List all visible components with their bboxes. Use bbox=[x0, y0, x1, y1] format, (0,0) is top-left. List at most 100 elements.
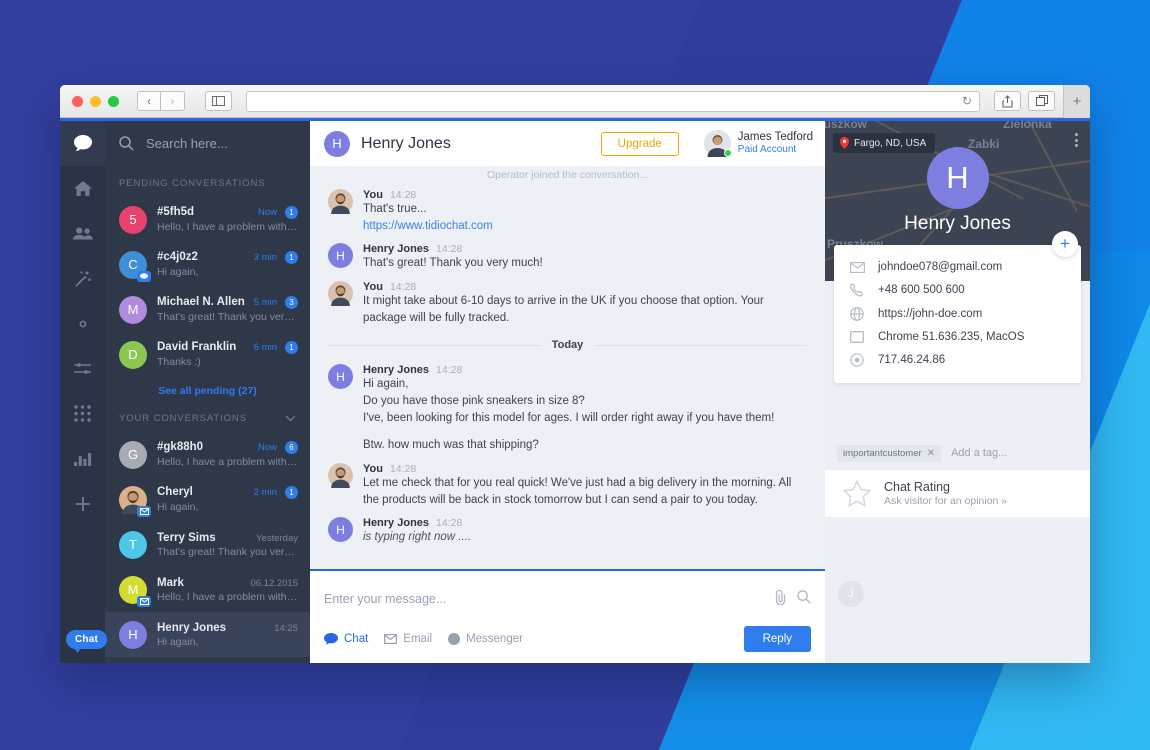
window-controls[interactable] bbox=[68, 95, 119, 107]
channel-mail-icon bbox=[137, 595, 151, 607]
map-label-1: Zielonka bbox=[1003, 121, 1052, 131]
search-input[interactable] bbox=[146, 136, 296, 151]
tabs-overview-button[interactable] bbox=[1028, 91, 1055, 111]
conversation-name: Michael N. Allen bbox=[157, 296, 245, 308]
conversation-item[interactable]: Dean10:55 bbox=[105, 657, 310, 663]
conversation-time: 3 min bbox=[253, 252, 277, 263]
message-link[interactable]: https://www.tidiochat.com bbox=[363, 218, 807, 235]
visitor-options-button[interactable] bbox=[1075, 133, 1078, 147]
message-input[interactable] bbox=[324, 592, 764, 606]
rail-item-analytics[interactable] bbox=[60, 436, 105, 481]
navigation-buttons[interactable]: ‹ › bbox=[137, 91, 185, 111]
rail-item-preferences[interactable] bbox=[60, 346, 105, 391]
minimize-window-button[interactable] bbox=[90, 95, 101, 107]
back-button[interactable]: ‹ bbox=[137, 91, 161, 111]
conversation-time: 06.12.2015 bbox=[250, 577, 298, 589]
rail-item-visitors[interactable] bbox=[60, 211, 105, 256]
your-conversations-list: G #gk88h0 Now 6 Hello, I have a problem with… bbox=[105, 432, 310, 663]
messenger-icon bbox=[448, 633, 461, 645]
forward-button[interactable]: › bbox=[161, 91, 185, 111]
your-heading-label: YOUR CONVERSATIONS bbox=[119, 413, 247, 424]
conversation-body: #5fh5d Now 1 Hello, I have a problem with m… bbox=[157, 206, 298, 233]
conversation-time: 14:25 bbox=[274, 622, 298, 634]
message-time: 14:28 bbox=[389, 463, 417, 476]
unread-badge: 3 bbox=[285, 296, 298, 309]
channel-tab-email[interactable]: Email bbox=[384, 633, 432, 645]
search-icon bbox=[119, 136, 134, 151]
conversation-preview: Hi again, bbox=[157, 635, 199, 648]
conversation-time: Now bbox=[257, 442, 277, 453]
visitor-detail-row[interactable]: johndoe078@gmail.com bbox=[834, 256, 1081, 278]
canned-response-search-icon[interactable] bbox=[797, 589, 811, 609]
conversation-item[interactable]: Cheryl 2 min 1 Hi again, bbox=[105, 477, 310, 522]
pending-section-heading: PENDING CONVERSATIONS bbox=[105, 166, 310, 197]
browser-actions bbox=[994, 91, 1055, 111]
rail-item-settings[interactable] bbox=[60, 301, 105, 346]
message-body: You 14:28 That's true... https://www.tidioc… bbox=[363, 189, 807, 234]
message-author: You bbox=[363, 463, 383, 476]
conversation-item[interactable]: H Henry Jones 14:25 Hi again, bbox=[105, 612, 310, 657]
search-bar[interactable] bbox=[105, 121, 310, 166]
address-bar[interactable]: ↻ bbox=[246, 90, 980, 112]
share-button[interactable] bbox=[994, 91, 1021, 111]
chat-widget-badge[interactable]: Chat bbox=[66, 630, 108, 653]
conversation-top: Terry Sims Yesterday bbox=[157, 532, 298, 544]
rail-item-automation[interactable] bbox=[60, 256, 105, 301]
avatar: H bbox=[119, 620, 147, 649]
rail-item-home[interactable] bbox=[60, 166, 105, 211]
see-all-pending-link[interactable]: See all pending (27) bbox=[105, 377, 310, 401]
reply-button[interactable]: Reply bbox=[743, 626, 811, 652]
conversation-preview: Hello, I have a problem with my wid... bbox=[157, 590, 298, 603]
chat-message: H Henry Jones 14:28 is typing right now ...… bbox=[328, 508, 807, 546]
message-text: is typing right now .... bbox=[363, 531, 472, 544]
new-tab-button[interactable]: + bbox=[1063, 85, 1090, 118]
messages-container: You 14:28 That's true... https://www.tidioc… bbox=[328, 180, 807, 546]
message-list[interactable]: Operator joined the conversation... You 1… bbox=[310, 166, 825, 569]
message-time: 14:28 bbox=[436, 517, 463, 530]
reload-icon[interactable]: ↻ bbox=[962, 95, 972, 107]
maximize-window-button[interactable] bbox=[108, 95, 119, 107]
visitor-detail-row[interactable]: https://john-doe.com bbox=[834, 302, 1081, 326]
close-window-button[interactable] bbox=[72, 95, 83, 107]
channel-tab-messenger[interactable]: Messenger bbox=[448, 633, 523, 645]
message-time: 14:28 bbox=[389, 189, 417, 201]
account-menu[interactable]: James Tedford Paid Account bbox=[703, 130, 813, 157]
avatar: M bbox=[119, 295, 147, 324]
conversation-item[interactable]: D David Franklin 6 min 1 Thanks :) bbox=[105, 332, 310, 377]
conversation-item[interactable]: 5 #5fh5d Now 1 Hello, I have a problem with … bbox=[105, 197, 310, 242]
conversation-preview: Thanks :) bbox=[157, 356, 201, 368]
navigation-rail: Chat bbox=[60, 121, 108, 663]
tag-chip[interactable]: importantcustomer ✕ bbox=[837, 444, 942, 462]
message-text: Hi again, bbox=[363, 378, 409, 391]
browser-toolbar: ‹ › ↻ + bbox=[60, 85, 1090, 118]
composer-input-row bbox=[324, 571, 811, 623]
visitor-detail-row[interactable]: 717.46.24.86 bbox=[834, 348, 1081, 372]
remove-tag-icon[interactable]: ✕ bbox=[927, 448, 935, 459]
channel-tab-chat[interactable]: Chat bbox=[324, 633, 368, 645]
add-detail-button[interactable]: + bbox=[1052, 231, 1078, 257]
conversation-item[interactable]: T Terry Sims Yesterday That's great! Thank … bbox=[105, 522, 310, 567]
paperclip-icon[interactable] bbox=[774, 589, 787, 610]
visitor-detail-row[interactable]: Chrome 51.636.235, MacOS bbox=[834, 326, 1081, 348]
conversation-item[interactable]: M Mark 06.12.2015 Hello, I have a problem w… bbox=[105, 567, 310, 612]
rail-item-add[interactable] bbox=[60, 481, 105, 526]
rail-item-chat[interactable] bbox=[60, 121, 105, 166]
upgrade-button[interactable]: Upgrade bbox=[600, 131, 679, 156]
conversation-item[interactable]: C #c4j0z2 3 min 1 Hi again, bbox=[105, 242, 310, 287]
add-tag-input[interactable]: Add a tag... bbox=[951, 447, 1007, 459]
conversation-item[interactable]: G #gk88h0 Now 6 Hello, I have a problem with… bbox=[105, 432, 310, 477]
chat-rating-title: Chat Rating bbox=[884, 480, 951, 494]
conversation-time: Now bbox=[257, 207, 277, 218]
conversation-name: Henry Jones bbox=[157, 621, 227, 634]
sidebar-toggle-button[interactable] bbox=[205, 91, 232, 111]
account-name: James Tedford bbox=[737, 131, 813, 144]
your-conversations-heading: YOUR CONVERSATIONS bbox=[105, 401, 310, 432]
chat-rating-card[interactable]: Chat Rating Ask visitor for an opinion » bbox=[825, 470, 1090, 517]
visitor-detail-row[interactable]: +48 600 500 600 bbox=[834, 278, 1081, 302]
channel-tab-label: Email bbox=[403, 633, 433, 645]
phone-icon bbox=[849, 283, 865, 297]
conversation-item[interactable]: M Michael N. Allen 5 min 3 That's great! Tha… bbox=[105, 287, 310, 332]
chat-rating-subtitle[interactable]: Ask visitor for an opinion » bbox=[884, 495, 1007, 507]
message-author: Henry Jones bbox=[363, 243, 430, 256]
rail-item-apps[interactable] bbox=[60, 391, 105, 436]
